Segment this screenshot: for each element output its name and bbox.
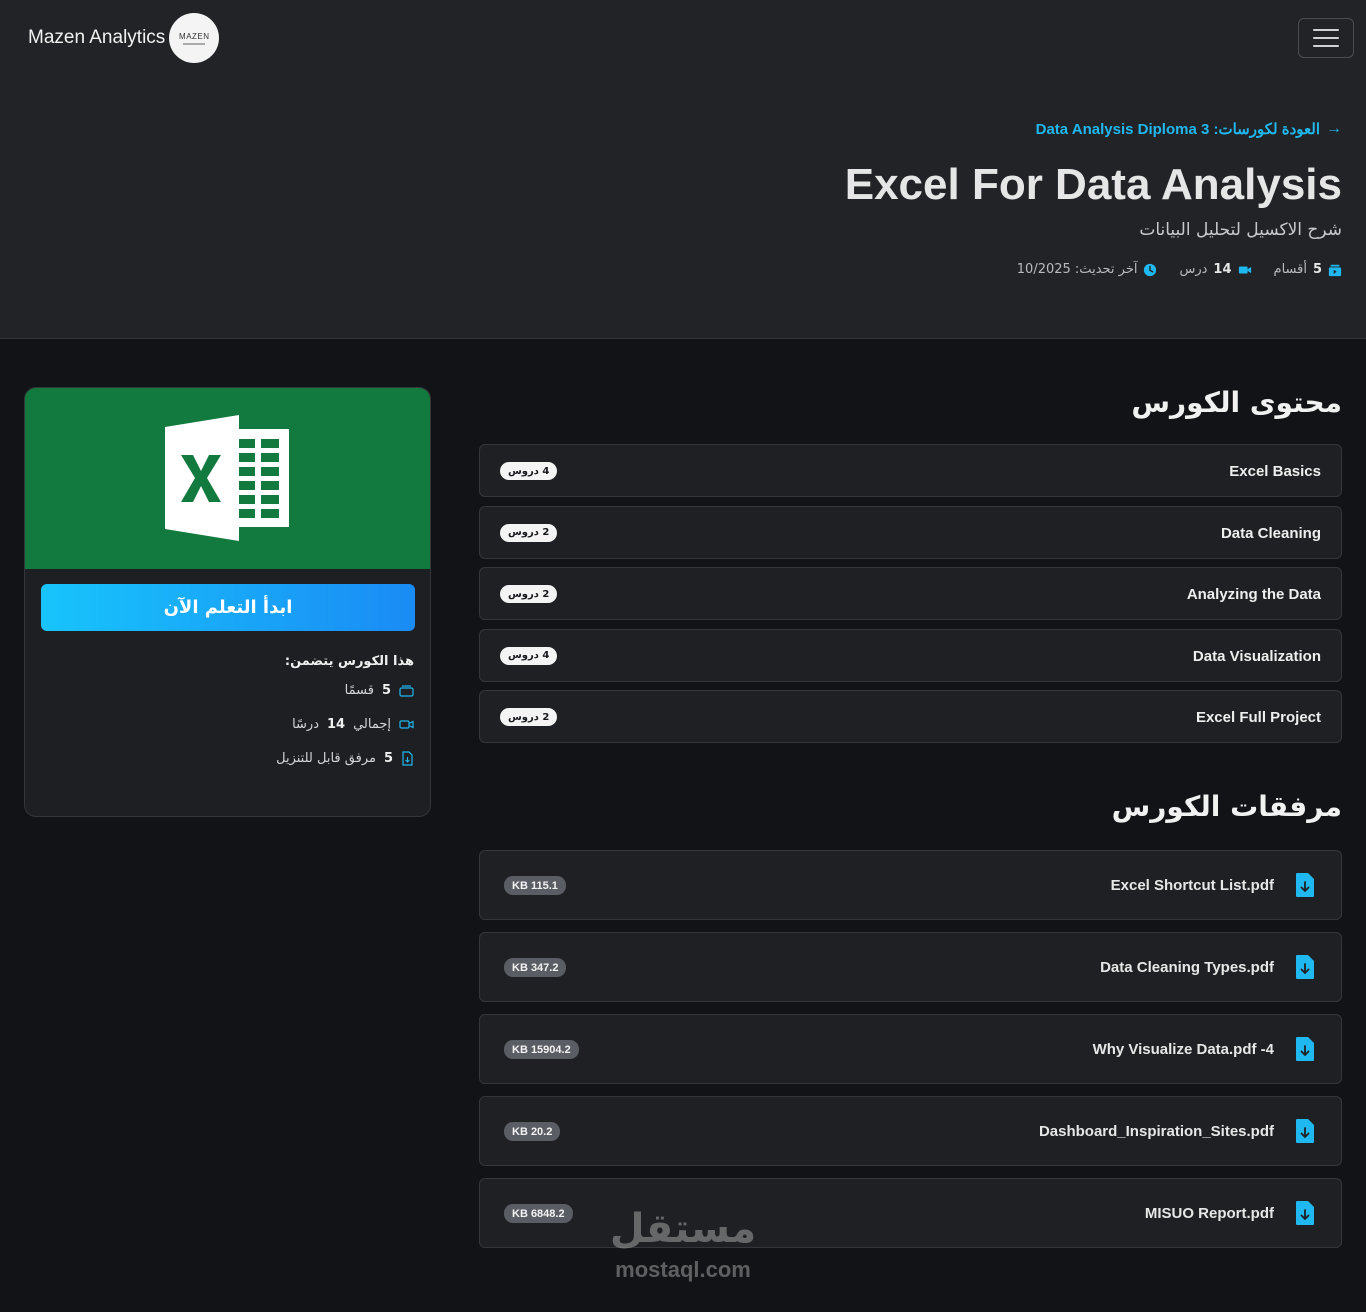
meta-updated-label: آخر تحديث: 10/2025: [1016, 262, 1138, 277]
file-download-icon: [1296, 1119, 1314, 1143]
arrow-left-icon: →: [1326, 120, 1342, 137]
attachment-item[interactable]: Dashboard_Inspiration_Sites.pdf KB 20.2: [479, 1096, 1342, 1166]
includes-lessons-text: درسًا: [292, 716, 319, 732]
menu-toggle-button[interactable]: [1298, 18, 1354, 58]
module-item[interactable]: Excel Basics 4 دروس: [479, 444, 1342, 497]
file-size-badge: KB 6848.2: [504, 1204, 573, 1223]
excel-logo-icon: [165, 415, 289, 541]
includes-lessons-count: 14: [326, 716, 346, 732]
watermark-arabic: مستقل: [609, 1206, 757, 1252]
module-title: Excel Full Project: [1195, 709, 1321, 726]
collection-icon: [1328, 264, 1342, 276]
brand-link[interactable]: Mazen Analytics MAZEN: [28, 13, 220, 63]
includes-sections-text: قسمًا: [344, 682, 374, 698]
includes-list: 5 قسمًا إجمالي 14 درسًا 5 مرفق قابل للتن…: [276, 680, 414, 782]
includes-lessons-prefix: إجمالي: [353, 716, 391, 732]
module-title: Analyzing the Data: [1186, 586, 1321, 603]
back-to-courses-link[interactable]: → العودة لكورسات: Data Analysis Diploma …: [1036, 120, 1342, 138]
module-title: Data Cleaning: [1220, 524, 1321, 542]
includes-item-attachments: 5 مرفق قابل للتنزيل: [276, 748, 414, 768]
course-hero: → العودة لكورسات: Data Analysis Diploma …: [0, 76, 1366, 339]
brand-name: Mazen Analytics: [28, 27, 166, 48]
attachment-name: Why Visualize Data.pdf -4: [1092, 1041, 1274, 1058]
video-icon: [399, 719, 414, 729]
meta-lessons-count: 14: [1213, 262, 1232, 277]
camera-video-icon: [1238, 266, 1251, 273]
file-download-icon: [1296, 955, 1314, 979]
module-item[interactable]: Analyzing the Data 2 دروس: [479, 567, 1342, 620]
meta-sections-label: أقسام: [1273, 262, 1307, 277]
module-item[interactable]: Excel Full Project 2 دروس: [479, 690, 1342, 743]
course-thumbnail: [25, 388, 430, 569]
attachments-list: Excel Shortcut List.pdf KB 115.1 Data Cl…: [479, 850, 1342, 1260]
meta-lessons: 14 درس: [1179, 262, 1251, 277]
lessons-badge: 2 دروس: [500, 523, 558, 542]
brand-logo: MAZEN: [169, 13, 220, 63]
module-list: Excel Basics 4 دروس Data Cleaning 2 دروس…: [479, 444, 1342, 752]
module-title: Excel Basics: [1229, 463, 1321, 480]
includes-item-lessons: إجمالي 14 درسًا: [276, 714, 414, 734]
attachment-item[interactable]: Data Cleaning Types.pdf KB 347.2: [479, 932, 1342, 1002]
file-size-badge: KB 115.1: [504, 876, 566, 895]
page-title: Excel For Data Analysis: [844, 160, 1342, 209]
includes-attachments-count: 5: [383, 750, 393, 766]
attachment-name: MISUO Report.pdf: [1144, 1205, 1274, 1222]
includes-attachments-text: مرفق قابل للتنزيل: [276, 750, 376, 766]
meta-updated: آخر تحديث: 10/2025: [1017, 262, 1158, 277]
module-title: Data Visualization: [1192, 647, 1321, 665]
includes-title: هذا الكورس يتضمن:: [284, 654, 414, 669]
hamburger-icon: [1313, 29, 1339, 31]
page-subtitle: شرح الاكسيل لتحليل البيانات: [1139, 220, 1342, 240]
attachment-item[interactable]: Why Visualize Data.pdf -4 KB 15904.2: [479, 1014, 1342, 1084]
attachments-heading: مرفقات الكورس: [1111, 790, 1342, 823]
file-download-icon: [1296, 873, 1314, 897]
includes-sections-count: 5: [381, 682, 391, 698]
navbar: Mazen Analytics MAZEN: [0, 0, 1366, 76]
module-item[interactable]: Data Cleaning 2 دروس: [479, 505, 1342, 559]
watermark-url: mostaql.com: [615, 1257, 751, 1282]
file-download-icon: [1296, 1201, 1314, 1225]
lessons-badge: 4 دروس: [500, 646, 558, 665]
attachment-item[interactable]: Excel Shortcut List.pdf KB 115.1: [479, 850, 1342, 920]
module-item[interactable]: Data Visualization 4 دروس: [479, 628, 1342, 682]
lessons-badge: 2 دروس: [500, 708, 558, 726]
attachment-name: Excel Shortcut List.pdf: [1110, 877, 1274, 894]
brand-logo-text: MAZEN: [179, 31, 210, 41]
meta-sections-count: 5: [1312, 262, 1322, 277]
clock-icon: [1144, 263, 1157, 276]
back-link-label: العودة لكورسات: Data Analysis Diploma 3: [1035, 121, 1320, 138]
attachment-name: Data Cleaning Types.pdf: [1100, 959, 1274, 976]
course-card: ابدأ التعلم الآن هذا الكورس يتضمن: 5 قسم…: [24, 387, 431, 817]
file-download-icon: [402, 750, 413, 766]
meta-sections: 5 أقسام: [1274, 262, 1342, 277]
course-meta: 5 أقسام 14 درس آخر تحديث: 10/2025: [1017, 262, 1342, 277]
watermark: مستقل mostaql.com: [598, 1200, 768, 1282]
attachment-name: Dashboard_Inspiration_Sites.pdf: [1038, 1123, 1274, 1140]
layers-icon: [399, 684, 414, 697]
file-size-badge: KB 15904.2: [504, 1040, 579, 1059]
file-size-badge: KB 347.2: [504, 958, 567, 977]
file-size-badge: KB 20.2: [504, 1122, 561, 1141]
file-download-icon: [1296, 1037, 1314, 1061]
lessons-badge: 2 دروس: [500, 585, 558, 603]
course-content-heading: محتوى الكورس: [1131, 386, 1342, 419]
lessons-badge: 4 دروس: [500, 462, 558, 480]
meta-lessons-label: درس: [1179, 262, 1208, 277]
includes-item-sections: 5 قسمًا: [276, 680, 414, 700]
start-learning-button[interactable]: ابدأ التعلم الآن: [41, 584, 415, 631]
